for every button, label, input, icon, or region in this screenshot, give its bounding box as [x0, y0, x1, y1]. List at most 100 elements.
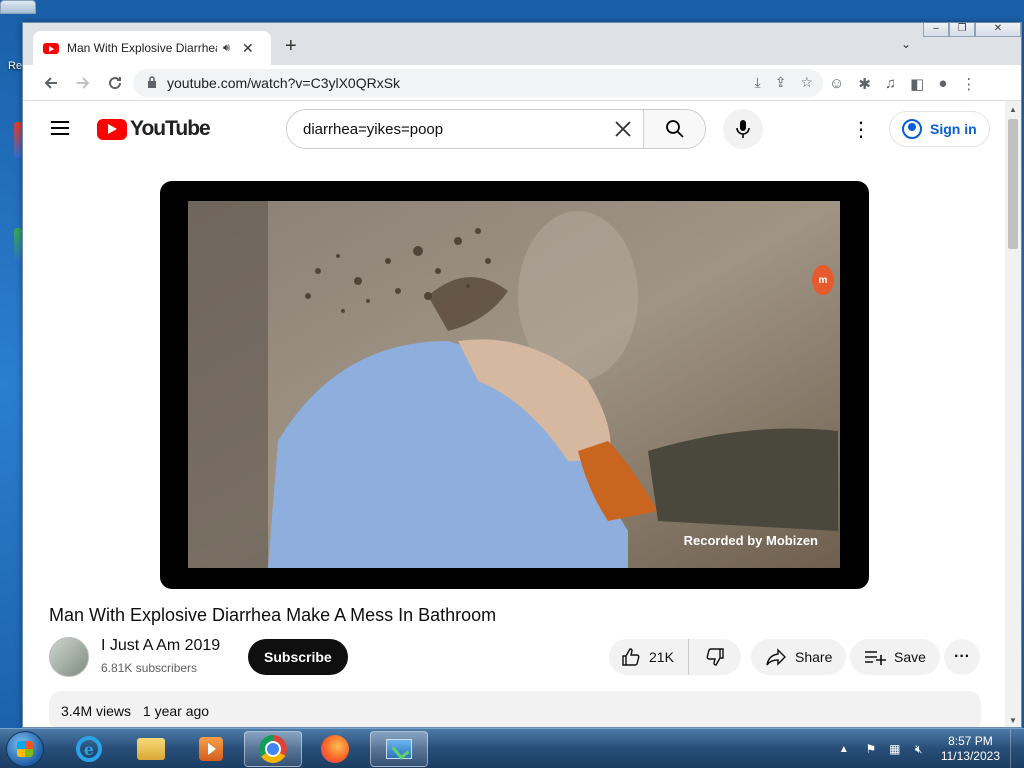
bookmark-star-icon[interactable]: ☆ [800, 74, 813, 91]
clock-time: 8:57 PM [948, 734, 993, 748]
mobizen-badge: m [812, 265, 834, 295]
minimize-button[interactable]: – [923, 23, 949, 37]
scroll-down-icon[interactable]: ▼ [1009, 716, 1017, 725]
monitor-app-icon [386, 739, 412, 759]
like-dislike-group: 21K [609, 639, 741, 675]
side-panel-icon[interactable]: ◧ [910, 75, 924, 93]
share-label: Share [795, 649, 833, 665]
youtube-play-icon [97, 118, 127, 140]
arrow-right-icon [77, 76, 90, 89]
youtube-wordmark: YouTube [130, 117, 211, 140]
taskbar-google-chrome[interactable] [244, 731, 302, 767]
youtube-logo[interactable]: YouTube [97, 117, 211, 141]
volume-muted-icon[interactable]: 🔇︎ [911, 741, 927, 757]
reload-icon [109, 76, 122, 89]
recycle-bin-icon[interactable] [0, 0, 36, 14]
search-input[interactable] [287, 110, 603, 148]
subscriber-count: 6.81K subscribers [101, 661, 198, 675]
lock-icon[interactable] [147, 75, 157, 91]
speaker-icon[interactable]: 🔊︎ [223, 42, 230, 55]
url-text[interactable]: youtube.com/watch?v=C3ylX0QRxSk [167, 75, 400, 91]
search-button[interactable] [643, 110, 705, 148]
like-count: 21K [649, 649, 674, 665]
taskbar-media-player[interactable] [182, 731, 240, 767]
menu-icon[interactable] [51, 121, 69, 135]
share-arrow-icon [766, 648, 786, 666]
tab-close-icon[interactable]: ✕ [242, 40, 254, 57]
browser-window: Man With Explosive Diarrhea 🔊︎ ✕ + ⌄ – ❐… [22, 22, 1022, 728]
taskbar-internet-explorer[interactable]: e [60, 731, 118, 767]
arrow-left-icon [44, 76, 57, 89]
restore-button[interactable]: ❐ [949, 23, 975, 37]
back-button[interactable] [35, 67, 67, 99]
youtube-page: YouTube ⋮ Sign in [23, 101, 1007, 727]
install-app-icon[interactable]: ⤓ [755, 74, 761, 91]
description-box[interactable]: 3.4M views 1 year ago [49, 691, 981, 727]
network-icon[interactable]: ▦ [887, 741, 903, 757]
extension-icons: ☺ ✱ ♫ ◧ ● ⋮ [829, 75, 976, 93]
user-circle-icon [902, 119, 922, 139]
desktop-shortcut-icon[interactable] [14, 228, 22, 264]
more-actions-button[interactable]: ··· [944, 639, 980, 675]
clock-date: 11/13/2023 [940, 749, 1000, 763]
show-hidden-icons-icon[interactable]: ▲ [839, 744, 849, 755]
extension-face-icon[interactable]: ☺ [829, 75, 844, 93]
close-window-button[interactable]: ✕ [975, 23, 1021, 37]
reload-button[interactable] [99, 67, 131, 99]
taskbar: e ▲ ⚑ ▦ 🔇︎ 8:57 PM 11/13/2023 [0, 728, 1024, 768]
video-player[interactable]: m Recorded by Mobizen [160, 181, 869, 589]
settings-more-icon[interactable]: ⋮ [851, 117, 871, 142]
dislike-button[interactable] [689, 639, 741, 675]
clear-search-icon[interactable] [603, 110, 643, 148]
action-center-flag-icon[interactable]: ⚑ [863, 741, 879, 757]
taskbar-remote-monitor[interactable] [370, 731, 428, 767]
taskbar-windows-explorer[interactable] [122, 731, 180, 767]
like-button[interactable]: 21K [609, 639, 689, 675]
share-page-icon[interactable]: ⇪ [775, 74, 787, 91]
taskbar-firefox[interactable] [306, 731, 364, 767]
chrome-menu-icon[interactable]: ⋮ [961, 75, 976, 93]
puzzle-icon[interactable]: ✱ [858, 75, 871, 93]
thumbs-up-icon [622, 648, 640, 666]
profile-icon[interactable]: ● [938, 75, 947, 93]
share-button[interactable]: Share [751, 639, 847, 675]
recorder-watermark: Recorded by Mobizen [683, 533, 818, 548]
desktop-shortcut-icon[interactable] [14, 122, 22, 158]
voice-search-button[interactable] [723, 109, 763, 149]
search-box [286, 109, 706, 149]
video-title: Man With Explosive Diarrhea Make A Mess … [49, 605, 497, 625]
subscribe-button[interactable]: Subscribe [248, 639, 348, 675]
tab-strip: Man With Explosive Diarrhea 🔊︎ ✕ + ⌄ – ❐… [23, 23, 1021, 65]
tab-youtube[interactable]: Man With Explosive Diarrhea 🔊︎ ✕ [33, 31, 271, 65]
forward-button[interactable] [67, 67, 99, 99]
playlist-add-icon [865, 651, 886, 665]
media-player-icon [199, 737, 223, 761]
video-still-image [188, 201, 840, 568]
start-button[interactable] [6, 731, 44, 767]
save-button[interactable]: Save [850, 639, 940, 675]
sign-in-button[interactable]: Sign in [889, 111, 990, 147]
upload-date: 1 year ago [142, 703, 210, 719]
channel-avatar[interactable] [49, 637, 89, 677]
tab-search-button[interactable]: ⌄ [901, 37, 911, 51]
channel-name[interactable]: I Just A Am 2019 [101, 637, 220, 655]
microphone-icon [736, 120, 750, 138]
save-label: Save [894, 649, 926, 665]
browser-toolbar: youtube.com/watch?v=C3ylX0QRxSk ⤓ ⇪ ☆ ☺ … [23, 65, 1021, 101]
sign-in-label: Sign in [930, 121, 977, 137]
media-controls-icon[interactable]: ♫ [885, 75, 896, 93]
tab-title: Man With Explosive Diarrhea [67, 41, 217, 55]
firefox-icon [321, 735, 349, 763]
address-bar[interactable]: youtube.com/watch?v=C3ylX0QRxSk ⤓ ⇪ ☆ [133, 69, 823, 97]
channel-row: I Just A Am 2019 6.81K subscribers Subsc… [49, 635, 980, 679]
page-scrollbar[interactable]: ▲ ▼ [1005, 101, 1021, 727]
youtube-header: YouTube ⋮ Sign in [23, 101, 1007, 157]
show-desktop-button[interactable] [1010, 729, 1024, 768]
video-frame[interactable]: m Recorded by Mobizen [188, 201, 840, 568]
system-clock[interactable]: 8:57 PM 11/13/2023 [941, 734, 1000, 764]
view-count: 3.4M views [61, 703, 132, 719]
scroll-thumb[interactable] [1008, 119, 1018, 249]
new-tab-button[interactable]: + [285, 35, 297, 58]
scroll-up-icon[interactable]: ▲ [1009, 105, 1017, 114]
recycle-bin-label: Re [8, 60, 23, 72]
